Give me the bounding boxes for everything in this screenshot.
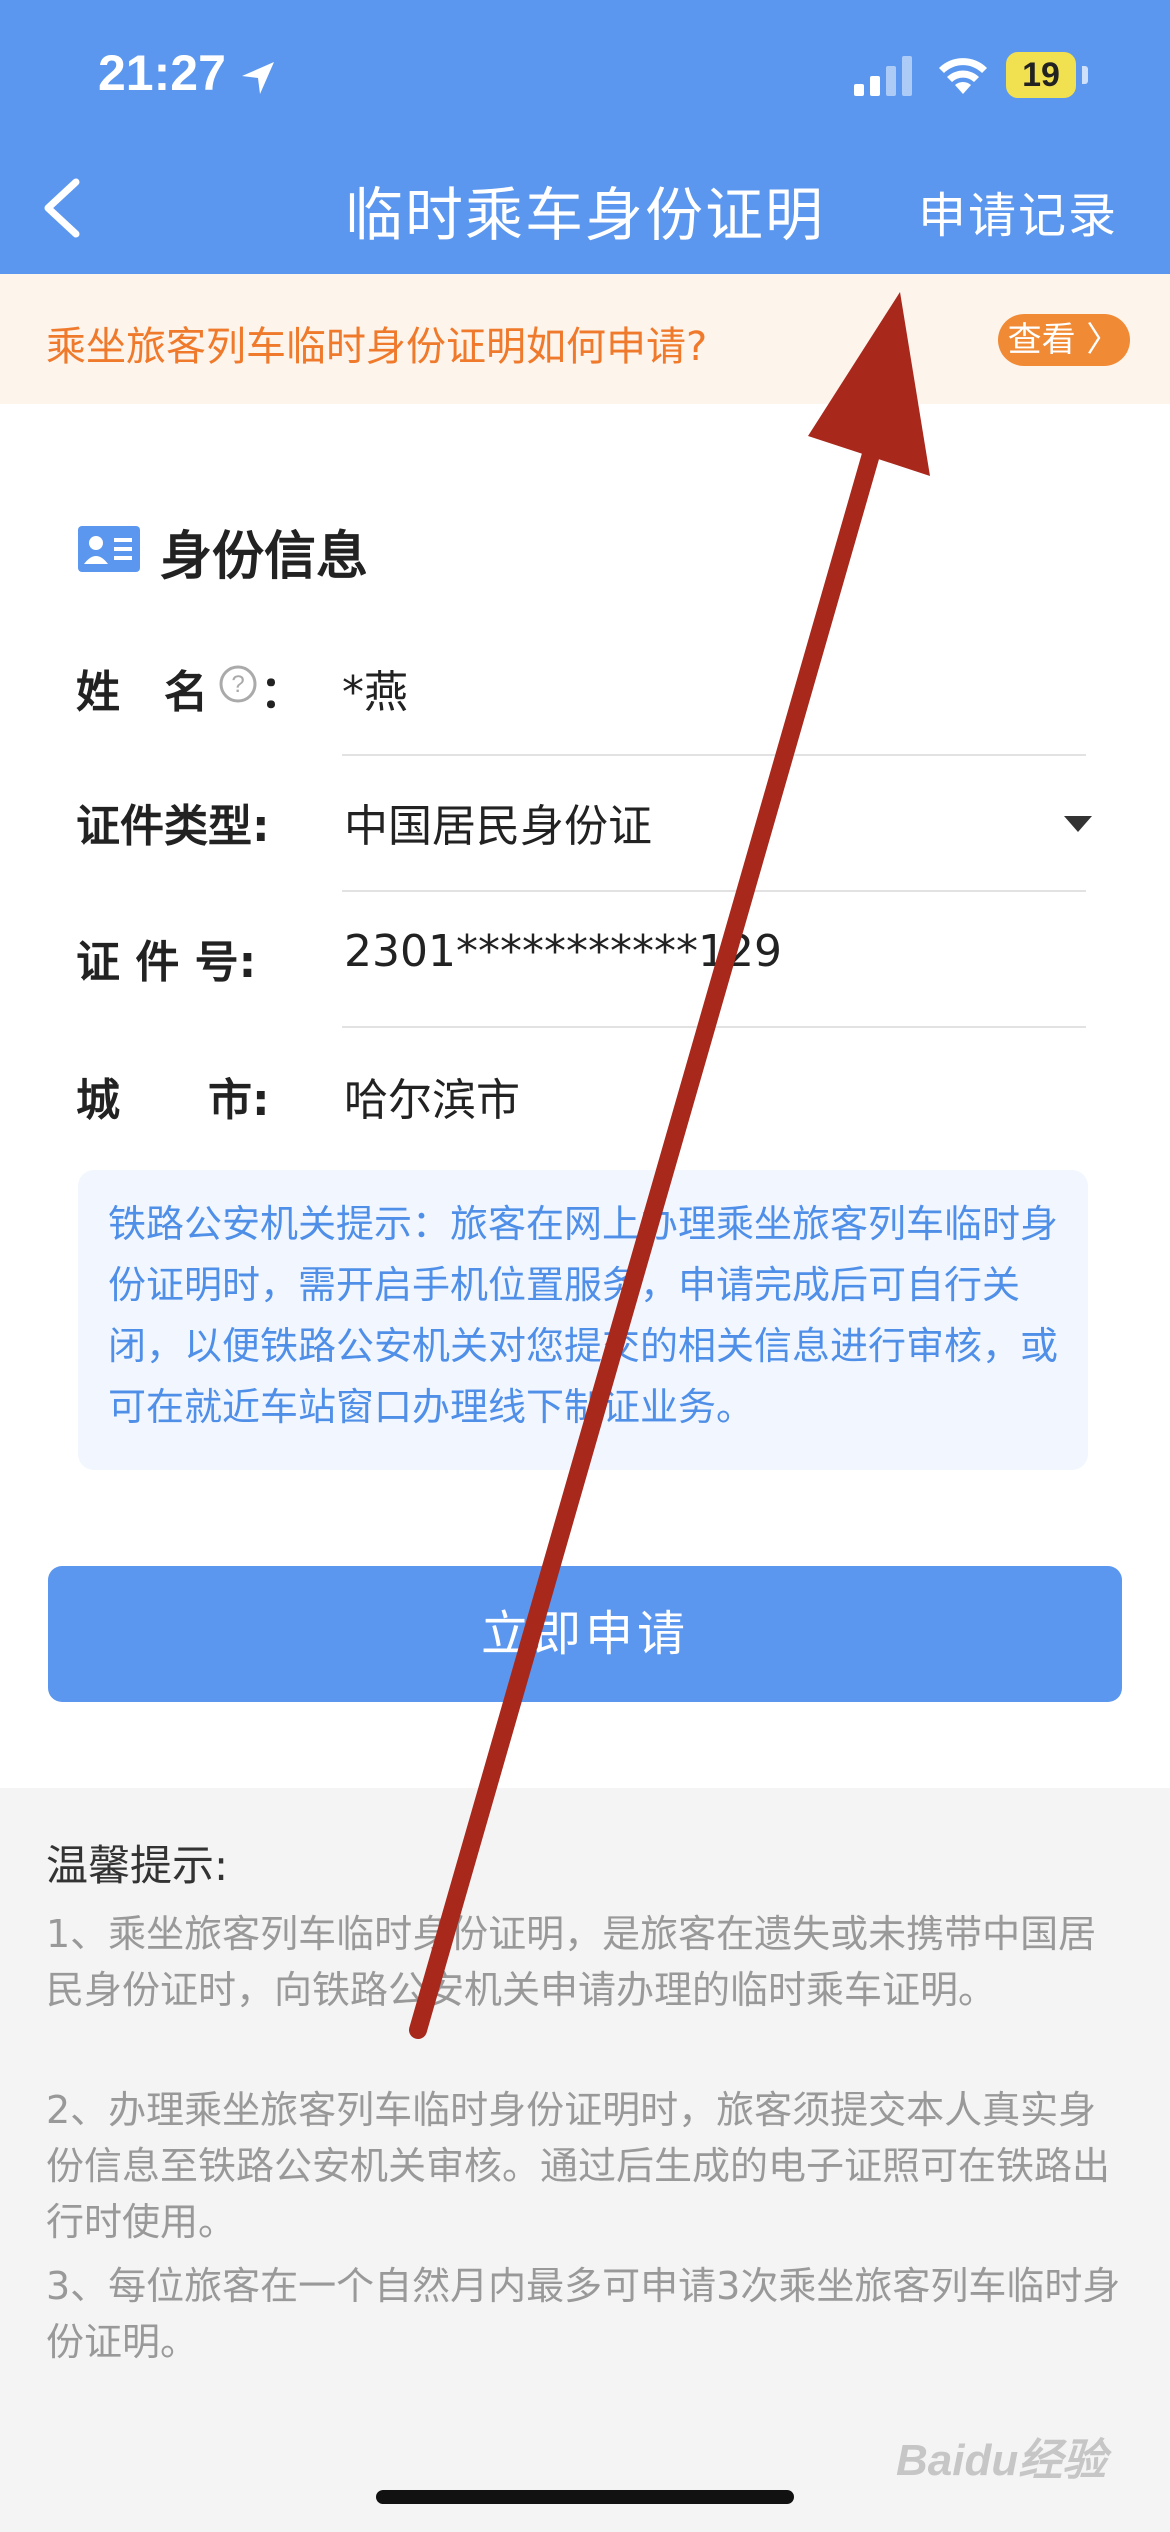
home-indicator[interactable] (376, 2490, 794, 2504)
status-time: 21:27 (98, 45, 226, 101)
name-label: 姓 名 (76, 667, 208, 718)
header: 21:27 19 临时乘车身份证明 申请记录 (0, 0, 1170, 274)
wifi-icon (939, 58, 987, 94)
apply-record-link[interactable]: 申请记录 (918, 176, 1118, 246)
card-title: 身份信息 (160, 527, 369, 587)
location-arrow-icon (242, 62, 274, 94)
id-type-select[interactable]: 中国居民身份证 (344, 790, 652, 854)
svg-text:?: ? (231, 671, 244, 698)
city-value[interactable]: 哈尔滨市 (344, 1064, 520, 1128)
baidu-watermark: Baidu经验 (896, 2436, 1107, 2485)
id-number-label: 证 件 号: (76, 937, 257, 988)
identity-card: 身份信息 姓 名 ? ： *燕 证件类型: 中国居民身份证 证 件 号: 230… (48, 452, 1122, 1502)
city-label: 城 市: (76, 1075, 270, 1126)
divider (342, 754, 1086, 756)
dropdown-caret-icon[interactable] (1064, 816, 1092, 834)
signal-icon (854, 56, 912, 96)
notice-text[interactable]: 乘坐旅客列车临时身份证明如何申请? (46, 314, 707, 372)
police-tip-text: 铁路公安机关提示：旅客在网上办理乘坐旅客列车临时身份证明时，需开启手机位置服务，… (108, 1202, 1059, 1429)
help-icon[interactable]: ? (218, 664, 258, 704)
id-number-field[interactable]: 2301***********129 (344, 926, 782, 977)
id-type-label: 证件类型: (76, 801, 270, 852)
tips-item: 3、每位旅客在一个自然月内最多可申请3次乘坐旅客列车临时身份证明。 (46, 2264, 1121, 2364)
view-button[interactable]: 查看 〉 (998, 314, 1130, 366)
apply-now-button[interactable]: 立即申请 (48, 1566, 1122, 1702)
divider (342, 890, 1086, 892)
name-colon: ： (260, 667, 304, 718)
name-value[interactable]: *燕 (342, 656, 408, 720)
police-tip-box: 铁路公安机关提示：旅客在网上办理乘坐旅客列车临时身份证明时，需开启手机位置服务，… (78, 1170, 1088, 1470)
divider (342, 1026, 1086, 1028)
back-chevron-icon[interactable] (38, 178, 88, 238)
id-card-icon (78, 526, 140, 572)
page-title: 临时乘车身份证明 (344, 181, 825, 249)
battery-tip (1082, 66, 1088, 84)
notice-bar: 乘坐旅客列车临时身份证明如何申请? 查看 〉 (0, 274, 1170, 404)
tips-title: 温馨提示: (46, 1841, 229, 1890)
tips-item: 1、乘坐旅客列车临时身份证明，是旅客在遗失或未携带中国居民身份证时，向铁路公安机… (46, 1912, 1097, 2012)
battery-indicator: 19 (1006, 52, 1076, 98)
tips-item: 2、办理乘坐旅客列车临时身份证明时，旅客须提交本人真实身份信息至铁路公安机关审核… (46, 2088, 1111, 2244)
